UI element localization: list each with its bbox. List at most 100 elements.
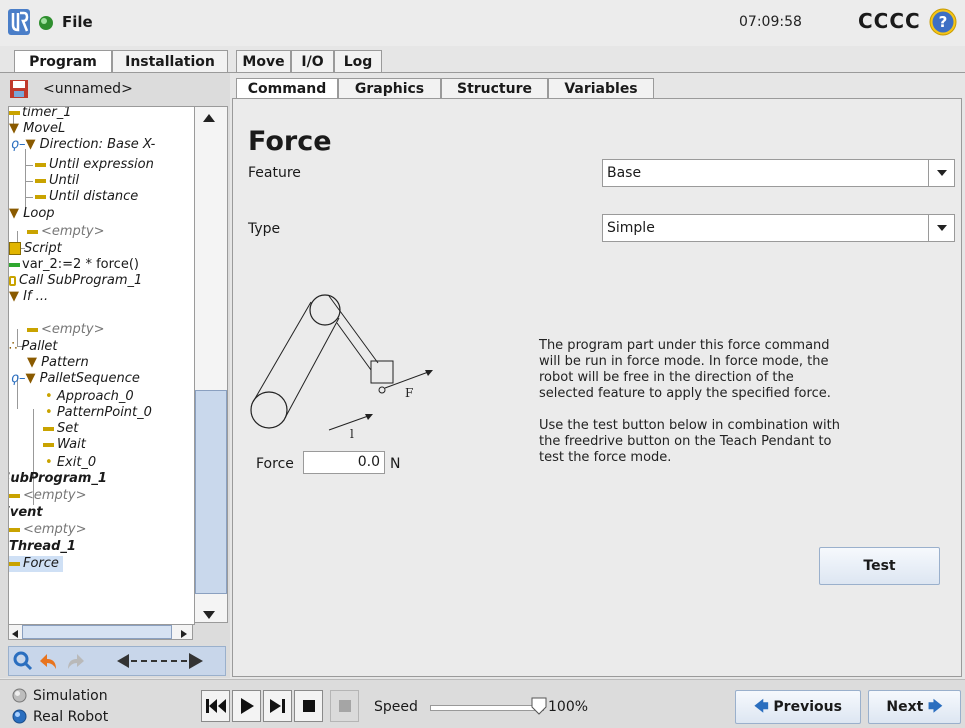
feature-dropdown[interactable]: Base (602, 159, 955, 187)
tab-graphics[interactable]: Graphics (338, 78, 441, 99)
tree-node[interactable]: ▼ If ... (9, 289, 48, 305)
help-icon[interactable]: ? (928, 7, 958, 37)
tree-node[interactable]: Script (9, 241, 62, 257)
waypoint-icon: • (45, 405, 57, 420)
collapse-triangle-icon[interactable]: ▼ (27, 355, 41, 370)
collapse-triangle-icon[interactable]: ▼ (9, 121, 23, 136)
scroll-down-icon[interactable] (202, 608, 216, 624)
next-button[interactable]: Next 🡆 (868, 690, 961, 724)
tree-node-label: PatternPoint_0 (56, 405, 152, 420)
move-node-arrows-icon[interactable] (115, 650, 205, 672)
test-button[interactable]: Test (819, 547, 940, 585)
force-unit: N (390, 456, 401, 472)
assignment-icon (9, 262, 20, 267)
speed-slider-track[interactable] (430, 705, 544, 711)
description-line: The program part under this force comman… (539, 338, 830, 353)
collapse-triangle-icon[interactable]: ▼ (25, 371, 39, 386)
tree-node[interactable]: timer_1 (9, 107, 72, 121)
collapse-triangle-icon[interactable]: ▼ (25, 137, 39, 152)
rewind-button[interactable] (201, 690, 230, 722)
tab-command[interactable]: Command (236, 78, 338, 99)
previous-button[interactable]: 🡄 Previous (735, 690, 861, 724)
tree-node-label: Set (57, 421, 79, 436)
simulation-label[interactable]: Simulation (33, 688, 108, 704)
tree-node[interactable]: <empty> (27, 224, 105, 240)
empty-node-icon (9, 493, 20, 498)
tree-hscroll-thumb[interactable] (22, 625, 172, 639)
type-value: Simple (607, 220, 655, 236)
empty-node-icon (27, 229, 38, 234)
tree-node-label: Wait (57, 437, 86, 452)
undo-icon[interactable] (38, 650, 60, 672)
diagram-arm (328, 295, 379, 364)
expand-toggle-icon[interactable]: ϙ– (11, 137, 25, 152)
tree-node[interactable]: ▼ Loop (9, 206, 55, 222)
collapse-triangle-icon[interactable]: ▼ (9, 289, 23, 304)
tree-node[interactable]: Until (35, 173, 79, 189)
tree-node[interactable]: <empty> (27, 322, 105, 338)
description-line: robot will be free in the direction of t… (539, 370, 794, 385)
tree-node[interactable]: ∴ Pallet (9, 339, 58, 355)
play-button[interactable] (232, 690, 261, 722)
real-robot-radio-icon[interactable] (12, 709, 27, 724)
tree-node[interactable]: Until expression (35, 157, 154, 173)
description-line: the freedrive button on the Teach Pendan… (539, 434, 832, 449)
program-tree[interactable]: timer_1 ▼ MoveL ϙ–▼ Direction: Base X- U… (8, 106, 195, 625)
tab-variables[interactable]: Variables (548, 78, 654, 99)
stop-button[interactable] (294, 690, 323, 722)
tab-io[interactable]: I/O (291, 50, 334, 72)
tree-node[interactable]: Event (9, 505, 43, 521)
scroll-left-icon[interactable] (11, 627, 19, 643)
stop-disabled-button[interactable] (330, 690, 359, 722)
search-icon[interactable] (12, 650, 34, 672)
tree-node[interactable]: SubProgram_1 (8, 471, 107, 487)
tree-node[interactable]: ▼ MoveL (9, 121, 65, 137)
simulation-radio-icon[interactable] (12, 688, 27, 703)
tab-installation[interactable]: Installation (112, 50, 228, 72)
redo-icon[interactable] (64, 650, 86, 672)
real-robot-label[interactable]: Real Robot (33, 709, 108, 725)
tree-node[interactable]: <empty> (9, 488, 87, 504)
tree-node[interactable]: var_2:=2 * force() (9, 257, 139, 273)
collapse-triangle-icon[interactable]: ▼ (9, 206, 23, 221)
tree-node-selected[interactable]: Force (9, 556, 63, 572)
tree-node[interactable]: • Exit_0 (45, 455, 96, 471)
tree-node-label: Pallet (21, 339, 58, 354)
tree-node[interactable]: ϙ–▼ Direction: Base X- (11, 137, 155, 153)
tree-node-label: SubProgram_1 (8, 471, 107, 486)
scroll-right-icon[interactable] (180, 627, 188, 643)
tree-node[interactable]: • Approach_0 (45, 389, 134, 405)
rewind-icon (205, 699, 226, 713)
file-menu[interactable]: File (62, 13, 93, 31)
floppy-disk-icon[interactable] (9, 79, 29, 99)
tab-structure[interactable]: Structure (441, 78, 548, 99)
tree-node-label: <empty> (23, 488, 87, 503)
tree-node[interactable]: Until distance (35, 189, 138, 205)
tree-node[interactable]: Thread_1 (9, 539, 76, 555)
expand-toggle-icon[interactable]: ϙ– (11, 371, 25, 386)
stop-icon (302, 700, 315, 712)
chevron-down-icon[interactable] (928, 215, 954, 241)
step-button[interactable] (263, 690, 292, 722)
force-label: Force (256, 456, 294, 472)
tab-program[interactable]: Program (14, 50, 112, 73)
chevron-down-icon[interactable] (928, 160, 954, 186)
tree-node[interactable]: ▼ Pattern (27, 355, 89, 371)
tree-node[interactable]: <empty> (9, 522, 87, 538)
speed-slider-handle[interactable] (531, 697, 547, 715)
force-input[interactable]: 0.0 (303, 451, 385, 474)
tree-node[interactable]: Set (43, 421, 78, 437)
tab-move[interactable]: Move (236, 50, 291, 72)
tree-node[interactable]: • PatternPoint_0 (45, 405, 152, 421)
tree-node[interactable]: Call SubProgram_1 (9, 273, 142, 289)
robot-status-icon[interactable] (38, 15, 54, 31)
speed-label: Speed (374, 699, 418, 715)
tree-node[interactable]: Wait (43, 437, 86, 453)
diagram-length-label: l (350, 427, 354, 441)
tree-node[interactable]: ϙ–▼ PalletSequence (11, 371, 140, 387)
tree-scroll-thumb[interactable] (195, 390, 227, 594)
tab-log[interactable]: Log (334, 50, 382, 72)
scroll-up-icon[interactable] (202, 111, 216, 127)
type-dropdown[interactable]: Simple (602, 214, 955, 242)
until-node-icon (35, 194, 46, 199)
